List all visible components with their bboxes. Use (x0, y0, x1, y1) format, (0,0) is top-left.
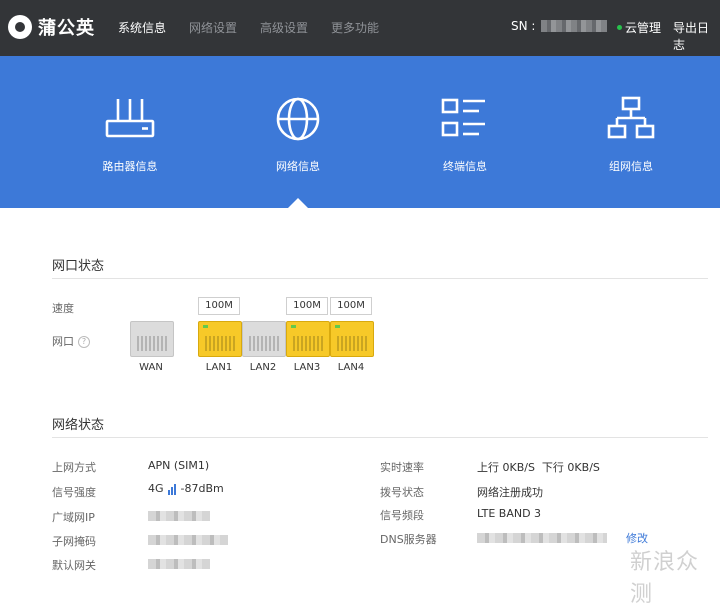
nav-system-info[interactable]: 系统信息 (118, 19, 166, 36)
sn-value-redacted (541, 20, 608, 32)
port-label: 网口? (52, 333, 90, 349)
globe-icon (276, 97, 320, 141)
tab-terminal-info[interactable]: 终端信息 (410, 96, 520, 174)
tab-label: 网络信息 (276, 160, 320, 173)
tab-networking-info[interactable]: 组网信息 (576, 96, 686, 174)
list-icon (441, 98, 485, 137)
tab-router-info[interactable]: 路由器信息 (75, 96, 185, 174)
dial-status-label: 拨号状态 (380, 486, 424, 499)
active-tab-caret (288, 198, 308, 208)
dns-server-label: DNS服务器 (380, 533, 437, 546)
port-lan1-icon (198, 321, 242, 357)
nav-more-features[interactable]: 更多功能 (331, 19, 379, 36)
port-name-lan1: LAN1 (205, 362, 233, 373)
port-lan2-icon (242, 321, 286, 357)
cloud-manage-link[interactable]: 云管理 (617, 19, 661, 36)
port-status-title: 网口状态 (52, 259, 105, 274)
export-log-link[interactable]: 导出日志 (673, 19, 720, 53)
signal-strength-value: 4G -87dBm (148, 482, 224, 495)
realtime-rate-label: 实时速率 (380, 461, 424, 474)
wan-ip-redacted (148, 511, 210, 521)
default-gateway-redacted (148, 559, 210, 569)
port-lan4-icon (330, 321, 374, 357)
dial-status-value: 网络注册成功 (477, 486, 543, 499)
port-name-lan4: LAN4 (337, 362, 365, 373)
tab-label: 终端信息 (443, 160, 487, 173)
tab-label: 路由器信息 (102, 160, 158, 173)
signal-bars-icon (167, 482, 177, 495)
serial-number: SN : (511, 19, 608, 33)
port-name-wan: WAN (139, 362, 163, 373)
help-icon[interactable]: ? (78, 336, 90, 348)
realtime-rate-value: 上行 0KB/S 下行 0KB/S (477, 461, 600, 474)
port-name-lan3: LAN3 (293, 362, 321, 373)
speed-badge-lan3: 100M (286, 297, 328, 315)
port-label-text: 网口 (52, 335, 74, 348)
port-wan-icon (130, 321, 174, 357)
tab-label: 组网信息 (609, 160, 653, 173)
nav-network-settings[interactable]: 网络设置 (189, 19, 237, 36)
speed-badge-lan4: 100M (330, 297, 372, 315)
sn-label: SN : (511, 19, 536, 33)
network-status-title: 网络状态 (52, 418, 105, 433)
network-tree-icon (607, 96, 655, 139)
signal-strength-label: 信号强度 (52, 486, 96, 499)
brand-name: 蒲公英 (38, 18, 95, 39)
brand-logo[interactable]: 蒲公英 (8, 14, 95, 40)
speed-badge-lan1: 100M (198, 297, 240, 315)
status-dot-icon (617, 25, 622, 30)
router-icon (105, 99, 155, 138)
speed-label: 速度 (52, 302, 74, 315)
signal-band-label: 信号频段 (380, 509, 424, 522)
wan-ip-label: 广域网IP (52, 511, 95, 524)
info-tab-band: 路由器信息 网络信息 终端信息 组网信息 (0, 56, 720, 208)
network-type: 4G (148, 482, 164, 495)
port-lan3-icon (286, 321, 330, 357)
nav-advanced-settings[interactable]: 高级设置 (260, 19, 308, 36)
cloud-manage-label: 云管理 (625, 21, 662, 35)
access-method-label: 上网方式 (52, 461, 96, 474)
subnet-mask-redacted (148, 535, 228, 545)
main-nav: 系统信息 网络设置 高级设置 更多功能 (118, 19, 402, 36)
top-bar: 蒲公英 系统信息 网络设置 高级设置 更多功能 SN : 云管理 导出日志 (0, 0, 720, 56)
divider (52, 278, 708, 279)
dandelion-logo-icon (8, 15, 32, 39)
divider (52, 437, 708, 438)
port-name-lan2: LAN2 (249, 362, 277, 373)
tab-network-info[interactable]: 网络信息 (243, 96, 353, 174)
content-card (8, 208, 720, 589)
signal-dbm: -87dBm (180, 482, 224, 495)
default-gateway-label: 默认网关 (52, 559, 96, 572)
signal-band-value: LTE BAND 3 (477, 507, 542, 520)
access-method-value: APN (SIM1) (148, 459, 210, 472)
watermark: 新浪众测 (630, 550, 700, 607)
subnet-mask-label: 子网掩码 (52, 535, 96, 548)
dns-server-redacted (477, 533, 607, 543)
